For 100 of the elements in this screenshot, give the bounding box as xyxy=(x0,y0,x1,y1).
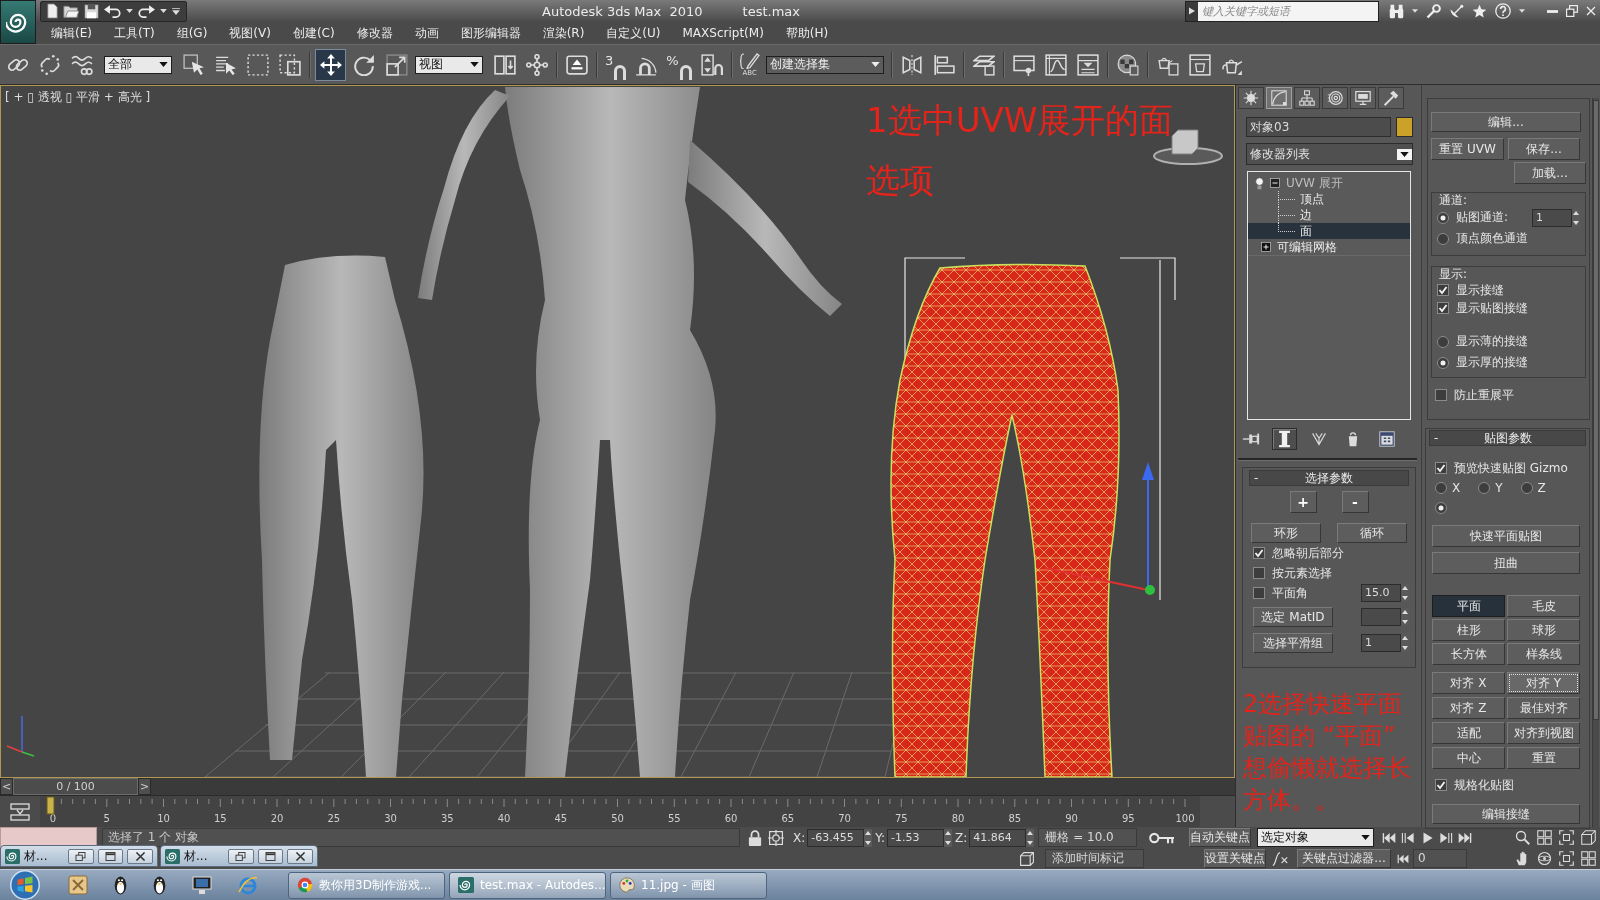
next-frame-icon[interactable] xyxy=(1439,830,1454,845)
checkbox[interactable] xyxy=(1435,389,1447,401)
modifier-name[interactable]: 可编辑网格 xyxy=(1277,238,1337,256)
sub-object-level[interactable]: 边 xyxy=(1248,207,1410,223)
curve-cross-icon[interactable] xyxy=(1272,850,1288,867)
spinner-arrows-icon[interactable] xyxy=(864,828,873,847)
time-tag-field[interactable]: 添加时间标记 xyxy=(1045,849,1144,868)
checkbox[interactable] xyxy=(1437,284,1449,296)
map-channel-spinner-field[interactable]: 1 xyxy=(1532,208,1573,227)
key-icon[interactable] xyxy=(1149,831,1176,844)
auto-key-button[interactable]: 自动关键点 xyxy=(1189,828,1252,847)
padlock-icon[interactable] xyxy=(748,829,762,846)
select-arrow-icon[interactable] xyxy=(183,53,205,76)
dashed-rectangle-icon[interactable] xyxy=(247,53,269,76)
current-frame-marker[interactable] xyxy=(46,796,55,815)
spinner-arrows-icon[interactable] xyxy=(944,828,953,847)
ring-loop-button[interactable]: 环形 xyxy=(1251,523,1321,543)
edit-seams-button[interactable]: 编辑接缝 xyxy=(1432,804,1580,824)
menu-item[interactable]: 帮助(H) xyxy=(774,23,840,43)
twist-button[interactable]: 扭曲 xyxy=(1432,552,1580,574)
transform-gizmo-icon[interactable] xyxy=(1044,462,1155,595)
coordinate-field[interactable]: -1.53 xyxy=(887,828,945,847)
spinner-arrows-icon[interactable] xyxy=(1401,608,1409,626)
menu-item[interactable]: 工具(T) xyxy=(102,23,166,43)
named-selection-dropdown[interactable]: 创建选择集 xyxy=(765,55,884,74)
selection-filter-dropdown[interactable]: 全部 xyxy=(104,55,172,74)
key-filters-button[interactable]: 关键点过滤器... xyxy=(1297,849,1391,868)
stack-tool-button[interactable] xyxy=(1272,428,1297,450)
skip-end-icon[interactable] xyxy=(1458,830,1473,845)
menu-item[interactable]: 图形编辑器 xyxy=(449,23,532,43)
app-menu-button[interactable] xyxy=(0,0,36,44)
projection-button[interactable]: 毛皮 xyxy=(1507,595,1580,617)
command-panel-tab[interactable] xyxy=(1322,87,1348,109)
search-field[interactable]: 键入关键字或短语 xyxy=(1198,1,1378,21)
sub-object-level[interactable]: 面 xyxy=(1248,223,1410,239)
move-tool-button[interactable] xyxy=(315,48,346,81)
checkbox[interactable] xyxy=(1253,547,1265,559)
time-slider-handle[interactable]: 0 / 100 xyxy=(13,778,138,795)
teapot-window-icon[interactable] xyxy=(1188,53,1211,76)
projection-button[interactable]: 球形 xyxy=(1507,619,1580,641)
align-button[interactable]: 对齐 Z xyxy=(1432,697,1505,719)
caret-icon[interactable] xyxy=(1412,9,1418,13)
close-button[interactable] xyxy=(287,848,313,864)
plus-box-icon[interactable] xyxy=(1261,242,1271,252)
collapse-toggle[interactable]: - xyxy=(1434,431,1458,445)
undo-arrow-icon[interactable] xyxy=(104,4,121,18)
radio-button[interactable] xyxy=(1520,482,1533,494)
radio-button[interactable] xyxy=(1435,482,1447,494)
save-button[interactable]: 保存... xyxy=(1508,138,1580,160)
checkbox[interactable] xyxy=(1437,302,1449,314)
curve-graph-icon[interactable] xyxy=(1044,53,1067,76)
modifier-name[interactable]: UVW 展开 xyxy=(1286,174,1343,192)
snap-toggle-button[interactable]: 3 xyxy=(603,49,629,80)
command-panel-tab[interactable] xyxy=(1350,87,1376,109)
minimized-window[interactable]: 材... xyxy=(160,845,318,867)
checkbox[interactable] xyxy=(1253,587,1265,599)
redo-arrow-icon[interactable] xyxy=(138,4,155,18)
magnifier-icon[interactable] xyxy=(1426,3,1441,19)
align-button[interactable]: 适配 xyxy=(1432,722,1505,744)
orbit-icon[interactable] xyxy=(1537,851,1552,866)
radio-button[interactable] xyxy=(1435,502,1447,514)
skip-start-icon[interactable] xyxy=(1397,852,1409,865)
object-color-swatch[interactable] xyxy=(1396,117,1413,137)
object-name-field[interactable]: 对象03 xyxy=(1246,117,1391,137)
align-icon[interactable] xyxy=(932,53,955,76)
dropdown-caret-icon[interactable] xyxy=(172,7,180,15)
connected-circles-icon[interactable] xyxy=(526,53,548,76)
cube-icon[interactable] xyxy=(1581,830,1596,845)
maximize-button[interactable] xyxy=(97,848,124,864)
help-icon[interactable] xyxy=(1495,3,1511,19)
quick-planar-map-button[interactable]: 快速平面贴图 xyxy=(1432,525,1580,547)
scrollbar[interactable] xyxy=(1592,98,1599,827)
modifier-list-dropdown[interactable]: 修改器列表 xyxy=(1246,143,1413,165)
caret-icon[interactable] xyxy=(160,9,167,13)
spinner-arrows-icon[interactable] xyxy=(1401,584,1409,602)
load-button[interactable]: 加载... xyxy=(1514,162,1587,184)
ribbon-icon[interactable] xyxy=(1012,53,1035,76)
checker-sphere-icon[interactable] xyxy=(1116,53,1139,76)
align-button[interactable]: 重置 xyxy=(1507,747,1580,769)
monitor-icon[interactable] xyxy=(192,875,212,895)
penguin-icon[interactable] xyxy=(114,875,127,895)
radio-button[interactable] xyxy=(1437,232,1449,245)
caret-icon[interactable] xyxy=(126,9,133,13)
angle-spinner-field[interactable]: 15.0 xyxy=(1361,584,1401,602)
current-frame-field[interactable]: 0 xyxy=(1413,849,1467,868)
new-file-icon[interactable] xyxy=(47,3,58,19)
broken-chain-icon[interactable] xyxy=(39,53,61,76)
menu-item[interactable]: 修改器 xyxy=(345,23,404,43)
scrollbar-thumb[interactable] xyxy=(1593,100,1599,720)
reference-coordinate-dropdown[interactable]: 视图 xyxy=(415,55,483,74)
align-button[interactable]: 中心 xyxy=(1432,747,1505,769)
coordinate-field[interactable]: 41.864 xyxy=(969,828,1027,847)
radio-button[interactable] xyxy=(1478,482,1491,494)
set-key-button[interactable]: 设置关键点 xyxy=(1204,849,1266,868)
menu-item[interactable]: 自定义(U) xyxy=(595,23,672,43)
command-panel-tab[interactable] xyxy=(1238,87,1264,109)
checkbox[interactable] xyxy=(1435,462,1447,474)
command-panel-tab[interactable] xyxy=(1378,87,1404,109)
skip-start-icon[interactable] xyxy=(1382,830,1397,845)
menu-item[interactable]: 编辑(E) xyxy=(40,23,103,43)
